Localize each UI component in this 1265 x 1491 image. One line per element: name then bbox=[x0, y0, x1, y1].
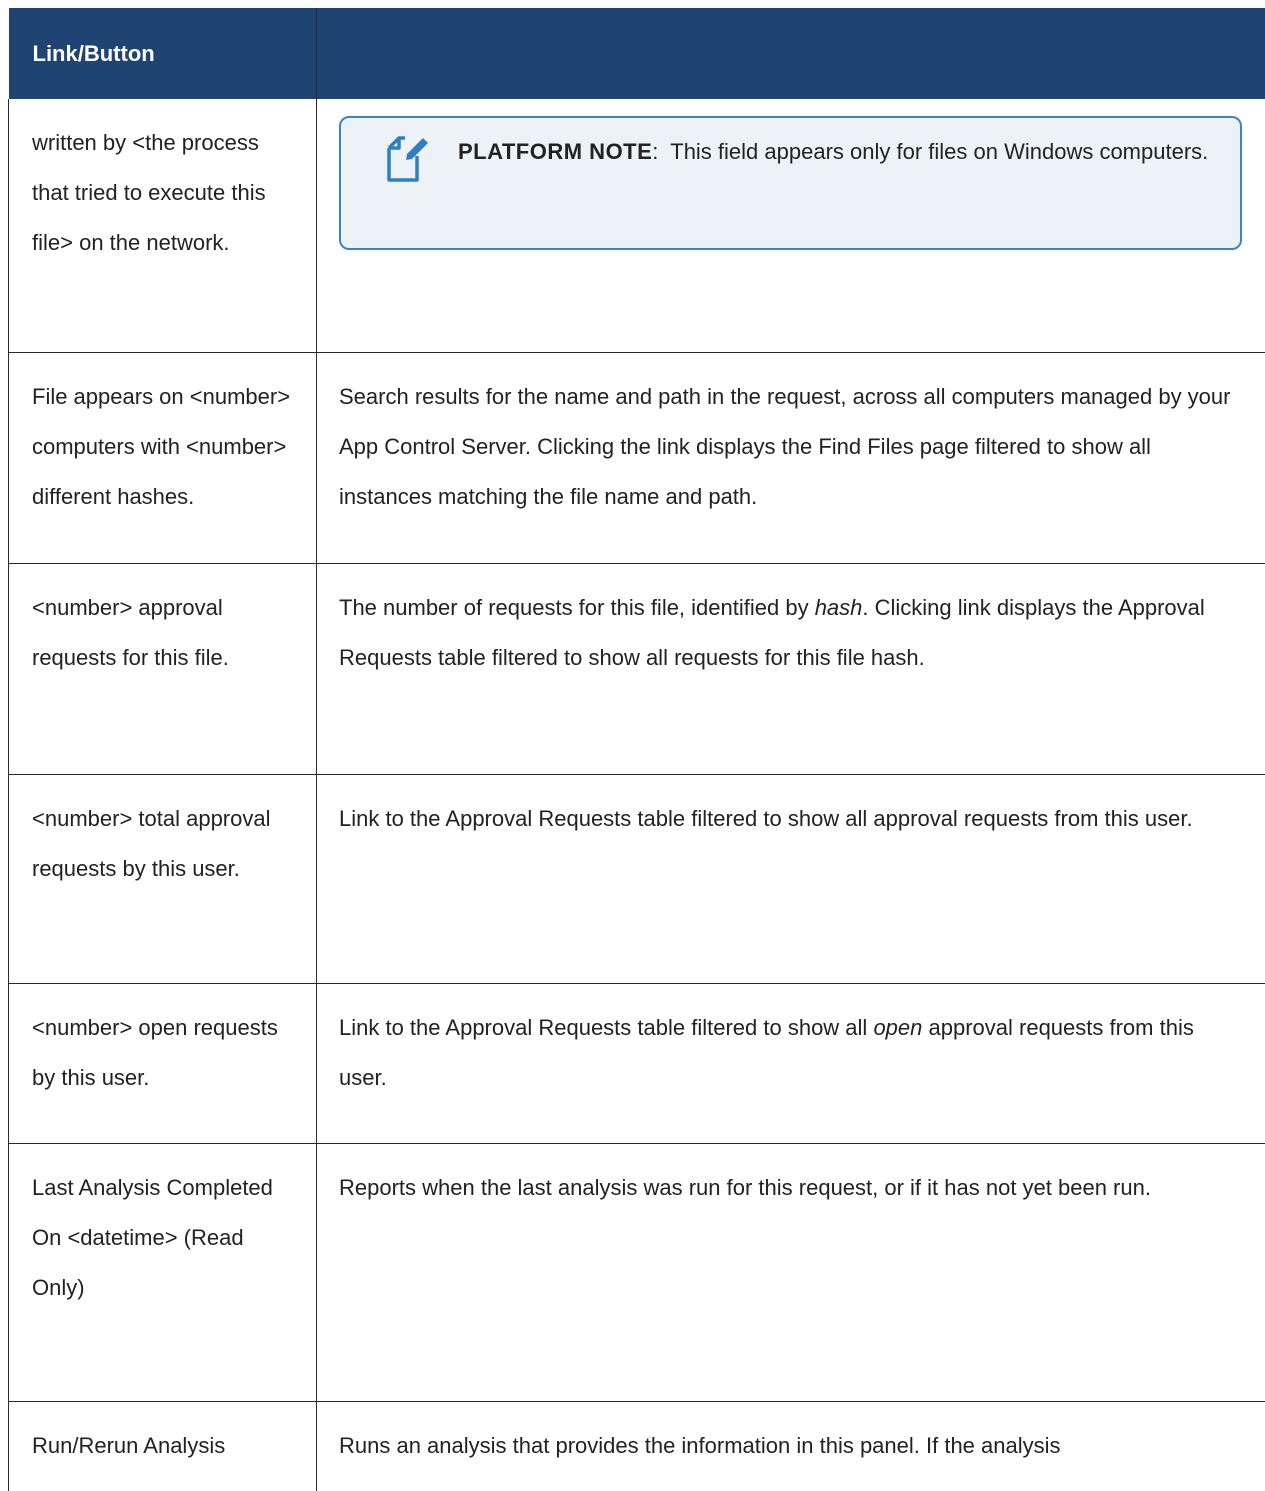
row-description: The number of requests for this file, id… bbox=[317, 564, 1265, 775]
table-header-row: Link/Button bbox=[9, 8, 1265, 99]
row-description: Link to the Approval Requests table filt… bbox=[317, 984, 1265, 1144]
platform-note: PLATFORM NOTE: This field appears only f… bbox=[339, 116, 1242, 250]
row-term: Run/Rerun Analysis bbox=[9, 1402, 317, 1491]
table-row: Run/Rerun Analysis Runs an analysis that… bbox=[9, 1402, 1265, 1491]
link-button-table: Link/Button written by <the process that… bbox=[8, 8, 1265, 1491]
header-link-button: Link/Button bbox=[9, 8, 317, 99]
table-row: Last Analysis Completed On <datetime> (R… bbox=[9, 1144, 1265, 1402]
row-term: Last Analysis Completed On <datetime> (R… bbox=[9, 1144, 317, 1402]
row-term: written by <the process that tried to ex… bbox=[9, 99, 317, 353]
desc-emphasis: hash bbox=[815, 595, 863, 620]
row-description: Search results for the name and path in … bbox=[317, 353, 1265, 564]
row-term: <number> approval requests for this file… bbox=[9, 564, 317, 775]
row-description: Runs an analysis that provides the infor… bbox=[317, 1402, 1265, 1491]
table-row: written by <the process that tried to ex… bbox=[9, 99, 1265, 353]
table-row: <number> open requests by this user. Lin… bbox=[9, 984, 1265, 1144]
header-description bbox=[317, 8, 1265, 99]
row-term: <number> open requests by this user. bbox=[9, 984, 317, 1144]
note-text: This field appears only for files on Win… bbox=[670, 139, 1208, 164]
row-description: Reports when the last analysis was run f… bbox=[317, 1144, 1265, 1402]
note-separator: : bbox=[652, 139, 658, 164]
desc-emphasis: open bbox=[873, 1015, 922, 1040]
row-term: <number> total approval requests by this… bbox=[9, 775, 317, 984]
desc-text: Link to the Approval Requests table filt… bbox=[339, 1015, 873, 1040]
table-row: <number> total approval requests by this… bbox=[9, 775, 1265, 984]
row-description: PLATFORM NOTE: This field appears only f… bbox=[317, 99, 1265, 353]
table-row: File appears on <number> computers with … bbox=[9, 353, 1265, 564]
table-row: <number> approval requests for this file… bbox=[9, 564, 1265, 775]
row-description: Link to the Approval Requests table filt… bbox=[317, 775, 1265, 984]
row-term: File appears on <number> computers with … bbox=[9, 353, 317, 564]
note-edit-icon bbox=[379, 132, 431, 184]
desc-text: The number of requests for this file, id… bbox=[339, 595, 815, 620]
note-title: PLATFORM NOTE bbox=[458, 139, 652, 164]
